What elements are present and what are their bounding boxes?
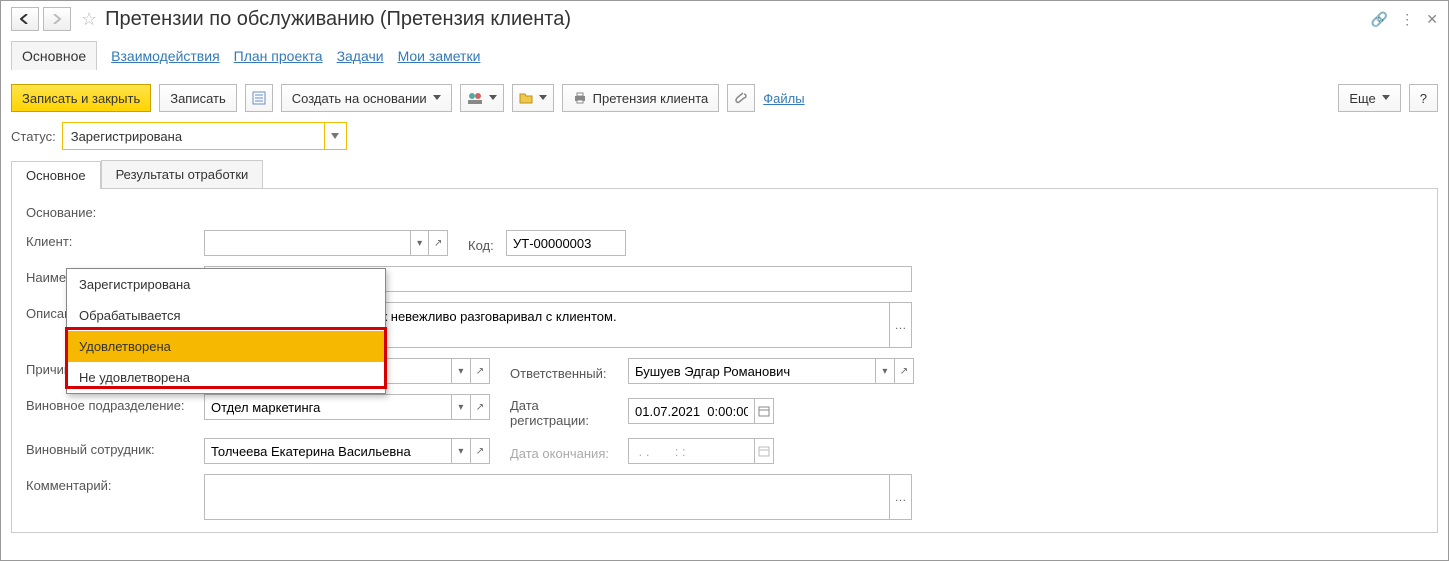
tab-tasks[interactable]: Задачи [337,48,384,64]
end-date-input [629,439,754,463]
subtab-main[interactable]: Основное [11,161,101,189]
reg-date-input[interactable] [629,399,754,423]
open-icon[interactable]: ↗ [470,395,489,419]
paperclip-icon [734,91,748,105]
comment-textarea[interactable] [204,474,890,520]
chevron-down-icon[interactable]: ▾ [451,439,470,463]
open-icon[interactable]: ↗ [894,359,913,383]
toolbar: Записать и закрыть Записать Создать на о… [1,78,1448,118]
guilty-emp-input[interactable] [205,439,451,463]
code-label: Код: [468,234,498,253]
calendar-icon[interactable] [754,399,773,423]
close-icon[interactable]: ✕ [1426,11,1438,28]
responsible-field[interactable]: ▾ ↗ [628,358,914,384]
window-title: Претензии по обслуживанию (Претензия кли… [105,8,571,31]
code-field[interactable] [506,230,626,256]
expand-icon[interactable]: … [890,474,912,520]
guilty-dept-label: Виновное подразделение: [26,394,194,413]
expand-icon[interactable]: … [890,302,912,348]
help-button[interactable]: ? [1409,84,1438,112]
forward-button[interactable] [43,7,71,31]
kebab-icon[interactable]: ⋮ [1400,11,1414,28]
responsible-input[interactable] [629,359,875,383]
status-option-satisfied[interactable]: Удовлетворена [67,331,385,362]
chevron-down-icon[interactable]: ▾ [451,395,470,419]
open-icon[interactable]: ↗ [470,439,489,463]
link-icon[interactable]: 🔗 [1371,11,1388,28]
subtab-results[interactable]: Результаты отработки [101,160,264,188]
save-close-button[interactable]: Записать и закрыть [11,84,151,112]
client-input[interactable] [205,231,410,255]
open-icon[interactable]: ↗ [470,359,489,383]
status-dropdown-button[interactable] [324,123,346,149]
list-icon-button[interactable] [245,84,273,112]
print-claim-button[interactable]: Претензия клиента [562,84,720,112]
client-label: Клиент: [26,230,194,249]
status-label: Статус: [11,129,56,144]
titlebar: ☆ Претензии по обслуживанию (Претензия к… [1,1,1448,39]
responsible-label: Ответственный: [510,362,620,381]
folder-icon-button[interactable] [512,84,554,112]
guilty-dept-field[interactable]: ▾ ↗ [204,394,490,420]
comment-label: Комментарий: [26,474,194,493]
chevron-down-icon[interactable]: ▾ [875,359,894,383]
create-based-button[interactable]: Создать на основании [281,84,452,112]
chevron-down-icon[interactable]: ▾ [451,359,470,383]
more-button[interactable]: Еще [1338,84,1400,112]
tab-plan[interactable]: План проекта [234,48,323,64]
end-date-field [628,438,774,464]
attach-icon-button[interactable] [727,84,755,112]
reg-date-label: Дата регистрации: [510,394,620,428]
calendar-icon[interactable] [754,439,773,463]
users-icon-button[interactable] [460,84,504,112]
open-icon[interactable]: ↗ [428,231,447,255]
status-option-processing[interactable]: Обрабатывается [67,300,385,331]
favorite-icon[interactable]: ☆ [81,9,97,30]
code-input[interactable] [507,231,625,255]
tab-interactions[interactable]: Взаимодействия [111,48,220,64]
reg-date-field[interactable] [628,398,774,424]
end-date-label: Дата окончания: [510,442,620,461]
nav-tabs: Основное Взаимодействия План проекта Зад… [1,39,1448,78]
status-option-not-satisfied[interactable]: Не удовлетворена [67,362,385,393]
status-value: Зарегистрирована [63,129,324,144]
status-select[interactable]: Зарегистрирована [62,122,347,150]
client-field[interactable]: ▾ ↗ [204,230,448,256]
save-button[interactable]: Записать [159,84,237,112]
status-dropdown-list[interactable]: Зарегистрирована Обрабатывается Удовлетв… [66,268,386,394]
printer-icon [573,91,587,105]
files-link[interactable]: Файлы [763,91,804,106]
guilty-dept-input[interactable] [205,395,451,419]
tab-notes[interactable]: Мои заметки [398,48,481,64]
back-button[interactable] [11,7,39,31]
basis-label: Основание: [26,201,194,220]
guilty-emp-field[interactable]: ▾ ↗ [204,438,490,464]
chevron-down-icon[interactable]: ▾ [410,231,429,255]
guilty-emp-label: Виновный сотрудник: [26,438,194,457]
status-option-registered[interactable]: Зарегистрирована [67,269,385,300]
tab-main[interactable]: Основное [11,41,97,70]
